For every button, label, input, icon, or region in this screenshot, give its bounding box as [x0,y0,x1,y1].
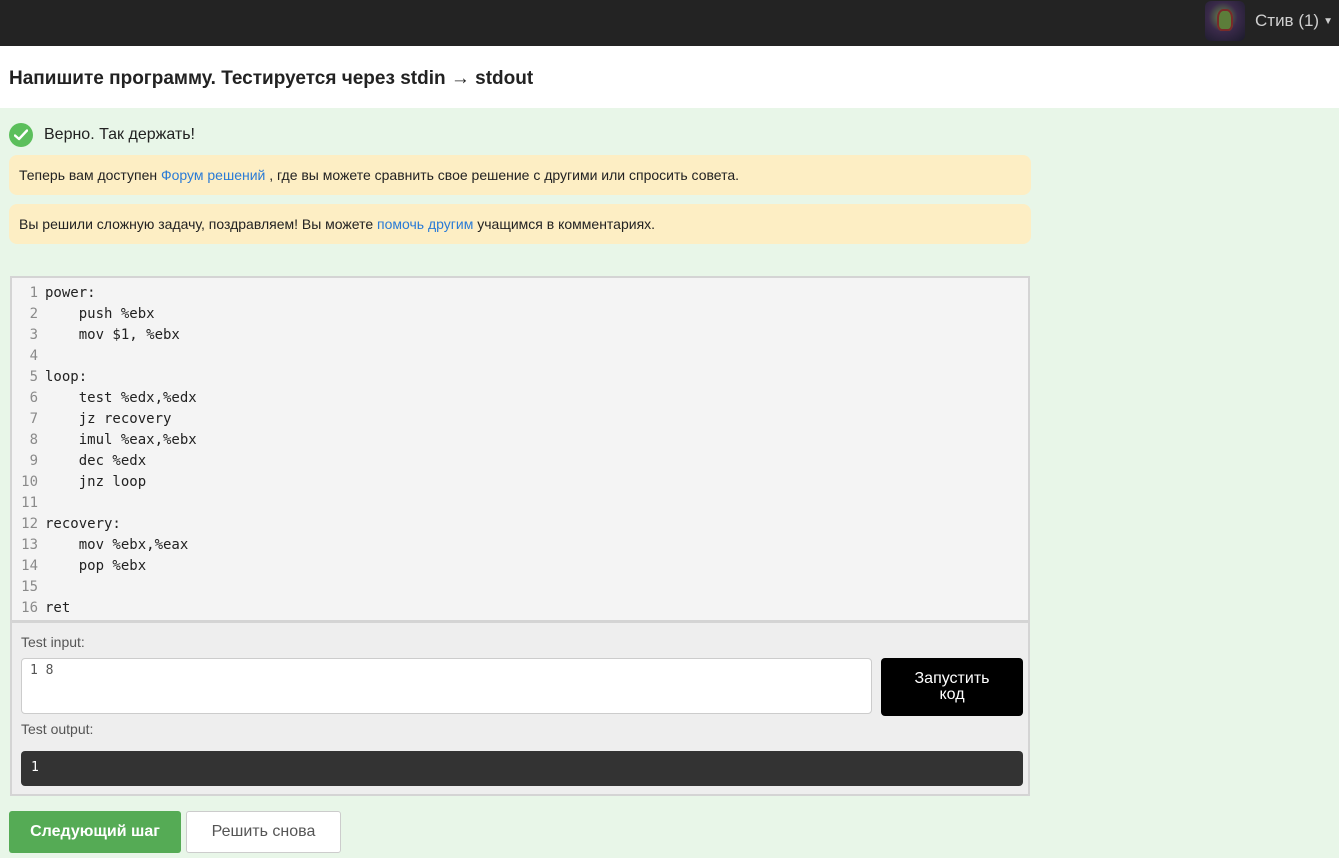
line-number: 16 [21,600,38,616]
code-line[interactable]: 16 ret [12,598,1028,619]
code-text[interactable]: imul %eax,%ebx [45,430,197,451]
line-number: 9 [29,453,38,469]
code-text[interactable]: power: [45,283,96,304]
code-text[interactable]: ret [45,598,70,619]
code-editor[interactable]: 1 power: 2 push %ebx 3 mov $1, %ebx 4 5 loop: 6… [10,276,1030,622]
line-number: 6 [29,390,38,406]
code-text[interactable]: mov $1, %ebx [45,325,180,346]
code-line[interactable]: 14 pop %ebx [12,556,1028,577]
code-line[interactable]: 9 dec %edx [12,451,1028,472]
verdict: Верно. Так держать! [9,123,195,147]
line-number: 1 [29,285,38,301]
chevron-down-icon[interactable]: ▼ [1323,16,1333,27]
run-code-button[interactable]: Запустить код [881,658,1023,716]
code-line[interactable]: 13 mov %ebx,%eax [12,535,1028,556]
line-number: 7 [29,411,38,427]
line-number: 4 [29,348,38,364]
test-output-value: 1 [21,751,1023,786]
line-number: 12 [21,516,38,532]
notice-text: учащимся в комментариях. [473,216,656,232]
code-text[interactable]: recovery: [45,514,121,535]
code-line[interactable]: 6 test %edx,%edx [12,388,1028,409]
code-text[interactable]: jnz loop [45,472,146,493]
code-line[interactable]: 15 [12,577,1028,598]
code-text[interactable]: mov %ebx,%eax [45,535,189,556]
code-text[interactable]: pop %ebx [45,556,146,577]
user-menu[interactable]: Стив (1) ▼ [1205,0,1333,42]
notice-text: Теперь вам доступен [19,167,161,183]
code-text[interactable]: loop: [45,367,87,388]
help-others-notice: Вы решили сложную задачу, поздравляем! В… [9,204,1031,244]
code-line[interactable]: 2 push %ebx [12,304,1028,325]
avatar[interactable] [1205,1,1245,41]
code-line[interactable]: 8 imul %eax,%ebx [12,430,1028,451]
step-header: Напишите программу. Тестируется через st… [0,46,1339,108]
forum-notice: Теперь вам доступен Форум решений , где … [9,155,1031,195]
code-text[interactable]: dec %edx [45,451,146,472]
top-bar: Стив (1) ▼ [0,0,1339,46]
user-name[interactable]: Стив (1) [1255,11,1319,31]
code-line[interactable]: 11 [12,493,1028,514]
help-others-link[interactable]: помочь другим [377,216,473,232]
test-output-label: Test output: [21,721,94,737]
line-number: 2 [29,306,38,322]
notice-text: , где вы можете сравнить свое решение с … [265,167,740,183]
code-line[interactable]: 3 mov $1, %ebx [12,325,1028,346]
retry-button[interactable]: Решить снова [186,811,341,853]
test-panel: Test input: 1 8 Запустить код Test outpu… [10,622,1030,796]
code-text[interactable]: push %ebx [45,304,155,325]
line-number: 3 [29,327,38,343]
line-number: 8 [29,432,38,448]
run-code-label: код [939,686,965,703]
test-input-field[interactable]: 1 8 [21,658,872,714]
line-number: 15 [21,579,38,595]
code-line[interactable]: 5 loop: [12,367,1028,388]
page-title: Напишите программу. Тестируется через st… [9,68,534,89]
notice-text: Вы решили сложную задачу, поздравляем! В… [19,216,378,232]
forum-link[interactable]: Форум решений [161,167,265,183]
line-number: 13 [21,537,38,553]
checkmark-circle-icon [9,123,33,147]
code-line[interactable]: 4 [12,346,1028,367]
code-text[interactable]: test %edx,%edx [45,388,197,409]
run-code-label: Запустить [914,670,990,687]
code-text[interactable]: jz recovery [45,409,172,430]
code-line[interactable]: 10 jnz loop [12,472,1028,493]
code-line[interactable]: 12 recovery: [12,514,1028,535]
line-number: 11 [21,495,38,511]
code-line[interactable]: 1 power: [12,283,1028,304]
test-input-label: Test input: [21,634,85,650]
verdict-message: Верно. Так держать! [44,126,195,143]
code-line[interactable]: 7 jz recovery [12,409,1028,430]
line-number: 10 [21,474,38,490]
line-number: 5 [29,369,38,385]
next-step-button[interactable]: Следующий шаг [9,811,181,853]
line-number: 14 [21,558,38,574]
